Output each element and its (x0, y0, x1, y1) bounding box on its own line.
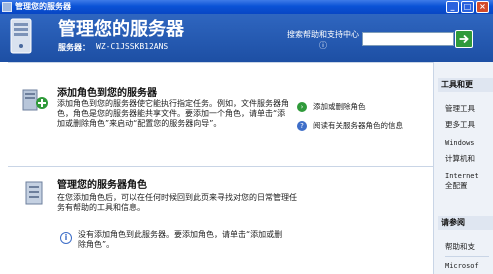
server-icon (10, 18, 32, 54)
section-desc-add-roles: 添加角色到您的服务器使它能执行指定任务。例如，文件服务器角色，角色是您的服务器能… (57, 99, 289, 128)
see-also-header: 请参阅 (438, 216, 493, 230)
help-icon: ? (297, 121, 307, 131)
maximize-button[interactable]: □ (461, 1, 474, 13)
search-input[interactable] (362, 32, 454, 46)
info-icon: i (60, 232, 72, 244)
server-name: WZ-C1JSSKB12ANS (96, 42, 169, 51)
window-title: 管理您的服务器 (15, 2, 71, 11)
tools-header: 工具和更 (438, 78, 493, 92)
section-title-add-roles: 添加角色到您的服务器 (57, 88, 157, 99)
right-panel: 工具和更 管理工具 更多工具 Windows 计算机和 Internet 全配置… (433, 62, 493, 274)
see-also-help-support[interactable]: 帮助和支 (445, 242, 493, 252)
green-arrow-go-icon[interactable] (455, 30, 473, 48)
tools-item-more-tools[interactable]: 更多工具 (445, 120, 493, 130)
divider (445, 256, 489, 257)
manage-roles-icon (25, 181, 43, 205)
server-roles-icon (22, 89, 48, 111)
search-label: 搜索帮助和支持中心 ⓘ (287, 30, 359, 50)
no-roles-message: 没有添加角色到此服务器。要添加角色，请单击“添加或删除角色”。 (78, 230, 283, 249)
app-icon (2, 2, 12, 12)
tools-item-windows[interactable]: Windows (445, 138, 493, 148)
section-desc-manage-roles: 在您添加角色后，可以在任何时候回到此页来寻找对您的日常管理任务有帮助的工具和信息… (57, 193, 297, 212)
title-bar: 管理您的服务器 _ □ × (0, 0, 493, 14)
tools-item-admin-tools[interactable]: 管理工具 (445, 104, 493, 114)
tools-item-security-config[interactable]: 全配置 (445, 181, 493, 191)
minimize-button[interactable]: _ (446, 1, 459, 13)
close-button[interactable]: × (476, 1, 489, 13)
page-title: 管理您的服务器 (58, 19, 184, 40)
tools-item-internet[interactable]: Internet (445, 171, 493, 181)
green-arrow-icon: › (297, 102, 307, 112)
see-also-microsoft[interactable]: Microsof (445, 261, 493, 271)
tools-item-computer[interactable]: 计算机和 (445, 154, 493, 164)
header-band: 管理您的服务器 服务器： WZ-C1JSSKB12ANS 搜索帮助和支持中心 ⓘ (0, 14, 493, 62)
main-content: 添加角色到您的服务器 添加角色到您的服务器使它能执行指定任务。例如，文件服务器角… (0, 62, 433, 274)
divider (8, 62, 433, 63)
read-about-roles-link[interactable]: ? 阅读有关服务器角色的信息 (297, 121, 403, 131)
add-remove-roles-link[interactable]: › 添加或删除角色 (297, 102, 366, 112)
server-label: 服务器： (58, 43, 90, 52)
divider (8, 166, 433, 167)
section-title-manage-roles: 管理您的服务器角色 (57, 180, 147, 191)
